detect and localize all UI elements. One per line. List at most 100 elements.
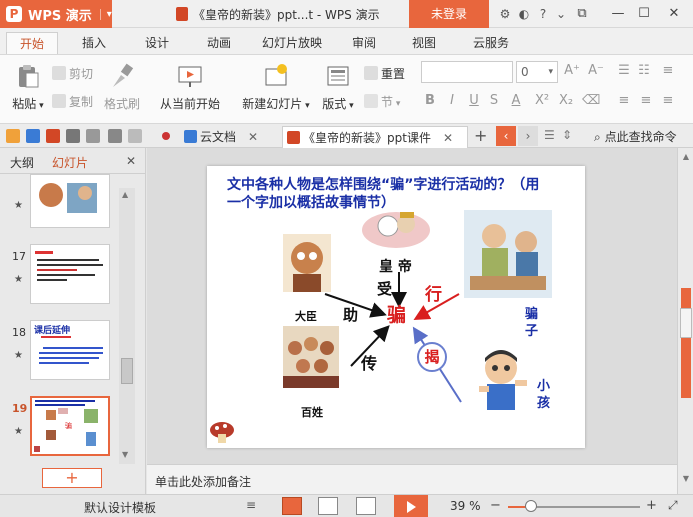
slide-thumbnail-current[interactable]: 骗 (30, 396, 110, 456)
close-tab-icon[interactable]: ✕ (443, 131, 453, 145)
add-slide-button[interactable]: + (42, 468, 102, 488)
label-chuan[interactable]: 传 (361, 350, 377, 374)
slide-thumbnail[interactable]: 课后延伸 (30, 320, 110, 380)
superscript-icon[interactable]: X² (534, 93, 550, 108)
align-left-icon[interactable]: ≡ (616, 93, 632, 108)
label-emperor[interactable]: 皇 帝 (379, 256, 412, 276)
italic-icon[interactable]: I (444, 93, 460, 108)
scroll-up-icon[interactable]: ▲ (122, 190, 128, 199)
layout-button[interactable]: 版式 ▾ (318, 63, 358, 112)
tab-slides[interactable]: 幻灯片 (52, 154, 88, 171)
zoom-slider[interactable] (508, 500, 640, 512)
label-jie[interactable]: 揭 (417, 342, 447, 372)
tab-home[interactable]: 开始 (6, 32, 58, 54)
close-icon[interactable]: ✕ (664, 4, 684, 24)
list-number-icon[interactable]: ☷ (636, 63, 652, 78)
slide-vertical-scrollbar[interactable]: ▲ ▼ (677, 148, 693, 494)
indent-icon[interactable]: ≡ (660, 63, 676, 78)
minimize-icon[interactable]: — (608, 4, 628, 24)
notes-pane[interactable]: 单击此处添加备注 (147, 464, 677, 494)
bold-icon[interactable]: B (422, 93, 438, 108)
font-family-select[interactable] (421, 61, 513, 83)
help-icon[interactable]: ? (535, 6, 551, 22)
tab-animation[interactable]: 动画 (197, 32, 241, 54)
label-xing[interactable]: 行 (425, 280, 442, 305)
label-minister[interactable]: 大臣 (295, 308, 317, 324)
scroll-up-icon[interactable]: ▲ (681, 152, 691, 161)
normal-view-icon[interactable] (282, 497, 302, 515)
skin-icon[interactable]: ◐ (516, 6, 532, 22)
scroll-down-icon[interactable]: ▼ (681, 474, 691, 483)
center-word-pian[interactable]: 骗 (387, 300, 406, 327)
save-icon[interactable] (26, 129, 40, 143)
close-tab-icon[interactable]: ✕ (248, 130, 258, 144)
label-swindlers[interactable]: 骗子 (525, 306, 539, 340)
cut-button[interactable]: 剪切 (52, 65, 93, 82)
dropdown-icon[interactable]: ⌄ (553, 6, 569, 22)
zoom-out-icon[interactable]: − (490, 498, 501, 513)
tab-outline[interactable]: 大纲 (10, 154, 34, 171)
print-preview-icon[interactable] (86, 129, 100, 143)
command-search[interactable]: ⌕ 点此查找命令 (594, 128, 677, 145)
play-from-current-button[interactable]: 从当前开始 (158, 63, 222, 112)
slide-canvas[interactable]: 文中各种人物是怎样围绕“骗”字进行活动的？（用一个字加以概括故事情节） 皇 帝 … (207, 166, 585, 448)
reset-button[interactable]: 重置 (364, 65, 405, 82)
label-shou[interactable]: 受 (377, 278, 392, 299)
tab-view[interactable]: 视图 (402, 32, 446, 54)
tab-review[interactable]: 审阅 (342, 32, 386, 54)
fit-window-icon[interactable]: ⤢ (668, 498, 678, 513)
panel-scroll-thumb[interactable] (121, 358, 133, 384)
scroll-thumb[interactable] (680, 308, 692, 338)
redo-icon[interactable] (128, 129, 142, 143)
shadow-icon[interactable]: S (486, 93, 502, 108)
zoom-slider-knob[interactable] (525, 500, 538, 512)
tab-menu-icon[interactable]: ☰ (544, 128, 555, 142)
notes-toggle-icon[interactable]: ≡ (246, 498, 256, 512)
tab-current-document[interactable]: 《皇帝的新装》ppt课件 ✕ (282, 126, 468, 148)
font-size-select[interactable]: 0 ▾ (516, 61, 558, 83)
align-center-icon[interactable]: ≡ (638, 93, 654, 108)
new-slide-button[interactable]: 新建幻灯片 ▾ (238, 63, 314, 112)
align-right-icon[interactable]: ≡ (660, 93, 676, 108)
label-child[interactable]: 小孩 (537, 378, 551, 412)
font-color-icon[interactable]: A (508, 93, 524, 108)
scroll-down-icon[interactable]: ▼ (122, 450, 128, 459)
open-folder-icon[interactable] (6, 129, 20, 143)
undo-icon[interactable] (108, 129, 122, 143)
slide-sorter-view-icon[interactable] (318, 497, 338, 515)
print-icon[interactable] (66, 129, 80, 143)
customize-icon[interactable] (162, 132, 170, 140)
panel-scrollbar[interactable]: ▲ ▼ (119, 188, 135, 464)
copy-button[interactable]: 复制 (52, 93, 93, 110)
login-button[interactable]: 未登录 (409, 0, 489, 28)
clear-format-icon[interactable]: ⌫ (582, 93, 600, 108)
app-menu-button[interactable]: P WPS 演示 ▾ (0, 0, 112, 28)
paste-button[interactable]: 粘贴 ▾ (8, 63, 48, 112)
tab-insert[interactable]: 插入 (72, 32, 116, 54)
list-bullet-icon[interactable]: ☰ (616, 63, 632, 78)
slide-thumbnail[interactable] (30, 244, 110, 304)
section-button[interactable]: 节 ▾ (364, 93, 400, 110)
scroll-tabs-right-icon[interactable]: › (518, 126, 538, 146)
tab-design[interactable]: 设计 (135, 32, 179, 54)
zoom-level[interactable]: 39 % (450, 499, 481, 513)
zoom-in-icon[interactable]: + (646, 498, 657, 513)
font-grow-icon[interactable]: A⁺ (564, 63, 580, 78)
font-shrink-icon[interactable]: A⁻ (588, 63, 604, 78)
tab-scroll-icon[interactable]: ⇕ (562, 128, 572, 142)
new-tab-icon[interactable]: + (474, 126, 487, 145)
export-pdf-icon[interactable] (46, 129, 60, 143)
format-painter-button[interactable]: 格式刷 (100, 63, 144, 112)
underline-icon[interactable]: U (466, 93, 482, 108)
reading-view-icon[interactable] (356, 497, 376, 515)
scroll-tabs-left-icon[interactable]: ‹ (496, 126, 516, 146)
restore-window-icon[interactable]: ⧉ (572, 4, 592, 24)
maximize-icon[interactable]: ☐ (634, 4, 654, 24)
settings-gear-icon[interactable]: ⚙ (497, 6, 513, 22)
label-zhu[interactable]: 助 (343, 304, 358, 325)
tab-cloud-service[interactable]: 云服务 (464, 32, 518, 54)
close-panel-icon[interactable]: ✕ (126, 154, 136, 168)
subscript-icon[interactable]: X₂ (558, 93, 574, 108)
label-people[interactable]: 百姓 (301, 404, 323, 420)
design-template-label[interactable]: 默认设计模板 (84, 499, 156, 516)
